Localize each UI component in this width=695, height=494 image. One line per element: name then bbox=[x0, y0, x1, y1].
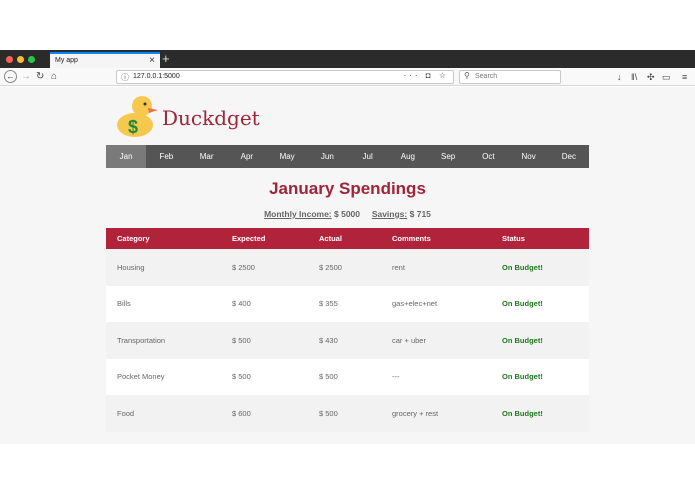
tab-dec[interactable]: Dec bbox=[549, 145, 589, 168]
window-top-margin bbox=[0, 0, 695, 50]
col-comments: Comments bbox=[392, 234, 431, 243]
search-icon: ⚲ bbox=[464, 71, 470, 80]
reload-icon[interactable]: ↻ bbox=[36, 70, 44, 84]
col-status: Status bbox=[502, 234, 525, 243]
comments-cell: car + uber bbox=[392, 335, 426, 345]
search-input[interactable]: ⚲ Search bbox=[459, 70, 561, 84]
tab-feb[interactable]: Feb bbox=[146, 145, 186, 168]
close-tab-icon[interactable]: × bbox=[149, 55, 155, 67]
expected-cell: $ 2500 bbox=[232, 262, 255, 272]
sidebar-icon[interactable]: ▭ bbox=[662, 70, 671, 84]
table-row: Food $ 600 $ 500 grocery + rest On Budge… bbox=[106, 395, 589, 432]
download-icon[interactable]: ↓ bbox=[617, 70, 622, 84]
status-cell: On Budget! bbox=[502, 372, 543, 382]
page-actions-icon[interactable]: ··· ◘ ☆ bbox=[404, 71, 449, 80]
duck-logo-icon: $ bbox=[117, 96, 158, 137]
month-nav: Jan Feb Mar Apr May Jun Jul Aug Sep Oct … bbox=[106, 145, 589, 168]
tab-mar[interactable]: Mar bbox=[187, 145, 227, 168]
svg-text:$: $ bbox=[128, 117, 138, 137]
status-cell: On Budget! bbox=[502, 335, 543, 345]
tab-title: My app bbox=[55, 57, 78, 64]
tab-jan[interactable]: Jan bbox=[106, 145, 147, 168]
comments-cell: gas+elec+net bbox=[392, 299, 438, 309]
comments-cell: rent bbox=[392, 262, 405, 272]
income-value: $ 5000 bbox=[334, 209, 360, 219]
comments-cell: grocery + rest bbox=[392, 408, 439, 418]
close-window-dot[interactable] bbox=[6, 56, 13, 63]
savings-value: $ 715 bbox=[409, 209, 431, 219]
search-placeholder: Search bbox=[475, 73, 498, 80]
library-icon[interactable]: ‖\ bbox=[631, 70, 637, 84]
tab-nov[interactable]: Nov bbox=[509, 145, 549, 168]
tab-apr[interactable]: Apr bbox=[227, 145, 267, 168]
category-cell: Food bbox=[117, 408, 135, 418]
expected-cell: $ 400 bbox=[232, 299, 251, 309]
tab-sep[interactable]: Sep bbox=[428, 145, 468, 168]
table-row: Transportation $ 500 $ 430 car + uber On… bbox=[106, 322, 589, 359]
category-cell: Bills bbox=[117, 299, 131, 309]
expected-cell: $ 600 bbox=[232, 408, 251, 418]
actual-cell: $ 500 bbox=[319, 408, 338, 418]
tab-oct[interactable]: Oct bbox=[468, 145, 508, 168]
table-row: Bills $ 400 $ 355 gas+elec+net On Budget… bbox=[106, 285, 589, 322]
income-label: Monthly Income: bbox=[264, 209, 332, 219]
actual-cell: $ 430 bbox=[319, 335, 338, 345]
category-cell: Transportation bbox=[117, 335, 166, 345]
page-content: $ Duckdget Jan Feb Mar Apr May Jun Jul A… bbox=[0, 87, 695, 444]
back-icon[interactable]: ← bbox=[4, 70, 17, 83]
col-actual: Actual bbox=[319, 234, 342, 243]
status-cell: On Budget! bbox=[502, 299, 543, 309]
table-row: Pocket Money $ 500 $ 500 --- On Budget! bbox=[106, 358, 589, 395]
brand-name: Duckdget bbox=[162, 106, 260, 130]
minimize-window-dot[interactable] bbox=[17, 56, 24, 63]
budget-summary: Monthly Income: $ 5000 Savings: $ 715 bbox=[106, 209, 589, 219]
col-expected: Expected bbox=[232, 234, 266, 243]
tab-jul[interactable]: Jul bbox=[348, 145, 388, 168]
category-cell: Pocket Money bbox=[117, 372, 165, 382]
expected-cell: $ 500 bbox=[232, 335, 251, 345]
forward-icon[interactable]: → bbox=[21, 70, 31, 84]
tab-may[interactable]: May bbox=[267, 145, 307, 168]
comments-cell: --- bbox=[392, 372, 400, 382]
savings-label: Savings: bbox=[371, 209, 408, 219]
browser-tab[interactable]: My app × bbox=[50, 52, 160, 68]
expected-cell: $ 500 bbox=[232, 372, 251, 382]
home-icon[interactable]: ⌂ bbox=[51, 70, 57, 84]
actual-cell: $ 500 bbox=[319, 372, 338, 382]
info-icon[interactable]: ⓘ bbox=[121, 72, 129, 83]
menu-icon[interactable]: ≡ bbox=[682, 70, 687, 84]
col-category: Category bbox=[117, 234, 150, 243]
tab-aug[interactable]: Aug bbox=[388, 145, 428, 168]
status-cell: On Budget! bbox=[502, 262, 543, 272]
maximize-window-dot[interactable] bbox=[28, 56, 35, 63]
page-title: January Spendings bbox=[269, 179, 426, 198]
table-header-row: Category Expected Actual Comments Status bbox=[106, 228, 589, 249]
browser-tab-bar: My app × + bbox=[0, 50, 695, 68]
status-cell: On Budget! bbox=[502, 408, 543, 418]
category-cell: Housing bbox=[117, 262, 145, 272]
spendings-table: Category Expected Actual Comments Status… bbox=[106, 228, 589, 432]
table-row: Housing $ 2500 $ 2500 rent On Budget! bbox=[106, 249, 589, 286]
tab-jun[interactable]: Jun bbox=[307, 145, 347, 168]
url-bar[interactable]: ⓘ 127.0.0.1:5000 ··· ◘ ☆ bbox=[116, 70, 454, 84]
extensions-icon[interactable]: ✣ bbox=[647, 70, 655, 84]
actual-cell: $ 2500 bbox=[319, 262, 342, 272]
url-text: 127.0.0.1:5000 bbox=[133, 73, 180, 80]
new-tab-icon[interactable]: + bbox=[162, 51, 170, 66]
actual-cell: $ 355 bbox=[319, 299, 338, 309]
browser-nav-bar: ← → ↻ ⌂ ⓘ 127.0.0.1:5000 ··· ◘ ☆ ⚲ Searc… bbox=[0, 68, 695, 86]
